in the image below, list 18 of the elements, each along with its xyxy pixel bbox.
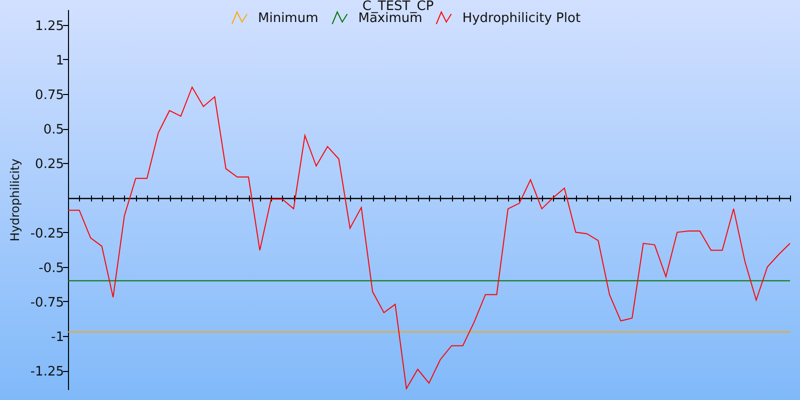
y-tick-label: -1.25	[30, 364, 64, 380]
legend-line-icon	[232, 10, 248, 24]
y-tick-label: -0.25	[30, 226, 64, 242]
y-tick-label: 0.5	[43, 122, 64, 138]
y-tick-label: 1.25	[35, 18, 64, 34]
y-axis-label: Hydrophilicity	[8, 158, 22, 242]
legend-line-icon	[332, 10, 348, 24]
y-tick-label: 1	[56, 53, 64, 68]
legend-label: Maximum	[358, 11, 422, 26]
legend-label: Minimum	[258, 11, 318, 26]
y-tick-label: -0.75	[30, 296, 64, 310]
y-tick-label: -1	[51, 330, 64, 346]
chart-title: C_TEST_CP	[362, 0, 434, 14]
y-tick-label: 0.75	[35, 88, 64, 104]
y-tick-label: 0.25	[35, 157, 64, 172]
legend-label: Hydrophilicity Plot	[462, 11, 581, 26]
legend-line-icon	[436, 10, 452, 24]
y-tick-label: -0.5	[38, 260, 64, 276]
